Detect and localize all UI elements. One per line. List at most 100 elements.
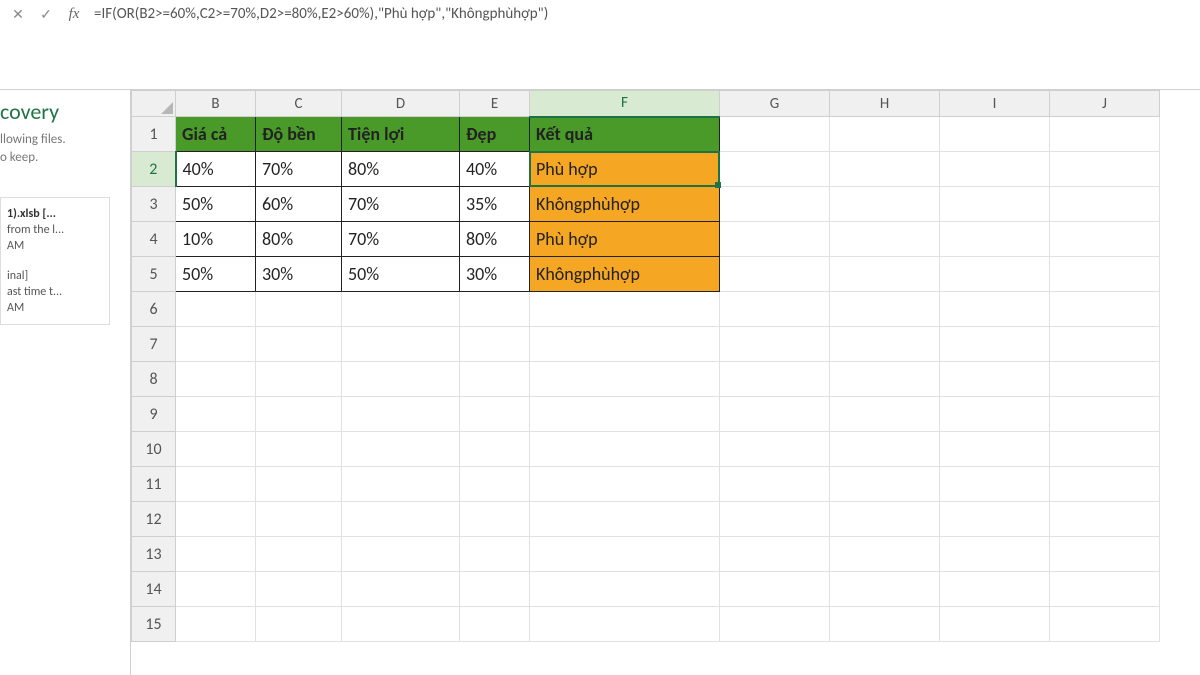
cell[interactable] [460,502,530,537]
cell[interactable]: Giá cả [176,117,256,152]
row-header[interactable]: 1 [132,117,176,152]
cell[interactable] [460,607,530,642]
cell[interactable] [940,117,1050,152]
row-header[interactable]: 5 [132,257,176,292]
cell[interactable] [256,432,342,467]
cell[interactable]: 80% [460,222,530,257]
cell[interactable] [940,327,1050,362]
formula-confirm-button[interactable]: ✓ [32,0,60,28]
cell[interactable] [176,467,256,502]
cell[interactable] [176,292,256,327]
cell[interactable]: 30% [460,257,530,292]
cell[interactable]: Kết quả [530,117,720,152]
cell[interactable] [720,502,830,537]
cell[interactable] [176,607,256,642]
cell[interactable] [720,572,830,607]
cell[interactable] [940,152,1050,187]
cell[interactable]: Phù hợp [530,152,720,187]
cell[interactable] [176,432,256,467]
cell[interactable] [940,432,1050,467]
cell[interactable] [720,292,830,327]
cell[interactable] [530,292,720,327]
cell[interactable] [176,502,256,537]
cell[interactable] [1050,537,1160,572]
cell[interactable] [940,187,1050,222]
cell[interactable] [1050,397,1160,432]
cell[interactable] [830,502,940,537]
cell[interactable] [256,292,342,327]
cell[interactable] [720,117,830,152]
cell[interactable] [342,327,460,362]
row-header[interactable]: 9 [132,397,176,432]
cell[interactable] [176,537,256,572]
cell[interactable] [176,327,256,362]
cell[interactable] [720,397,830,432]
cell[interactable] [720,362,830,397]
cell[interactable] [256,537,342,572]
cell[interactable]: 50% [342,257,460,292]
formula-cancel-button[interactable]: ✕ [4,0,32,28]
cell[interactable] [830,607,940,642]
cell[interactable] [1050,222,1160,257]
cell[interactable] [830,292,940,327]
cell[interactable] [256,397,342,432]
cell[interactable] [940,502,1050,537]
cell[interactable] [1050,502,1160,537]
cell[interactable] [830,222,940,257]
column-header[interactable]: H [830,91,940,117]
row-header[interactable]: 4 [132,222,176,257]
cell[interactable]: 40% [176,152,256,187]
column-header[interactable]: C [256,91,342,117]
cell[interactable]: 70% [342,222,460,257]
cell[interactable] [256,502,342,537]
cell[interactable] [530,397,720,432]
cell[interactable] [830,257,940,292]
cell[interactable] [256,362,342,397]
column-header[interactable]: G [720,91,830,117]
cell[interactable]: 50% [176,187,256,222]
cell[interactable] [940,257,1050,292]
cell[interactable] [342,537,460,572]
cell[interactable] [1050,362,1160,397]
cell[interactable] [720,607,830,642]
cell[interactable] [460,432,530,467]
cell[interactable]: Khôngphùhợp [530,187,720,222]
cell[interactable] [720,537,830,572]
spreadsheet-grid[interactable]: BCDEFGHIJ1Giá cảĐộ bềnTiện lợiĐẹpKết quả… [130,90,1200,675]
cell[interactable] [1050,327,1160,362]
cell[interactable] [1050,117,1160,152]
cell[interactable] [940,537,1050,572]
cell[interactable]: 80% [342,152,460,187]
cell[interactable] [830,572,940,607]
column-header[interactable]: I [940,91,1050,117]
cell[interactable] [720,257,830,292]
cell[interactable] [830,187,940,222]
cell[interactable] [720,152,830,187]
cell[interactable]: 40% [460,152,530,187]
cell[interactable] [830,117,940,152]
cell[interactable] [530,502,720,537]
cell[interactable]: 70% [256,152,342,187]
cell[interactable] [1050,292,1160,327]
cell[interactable] [342,607,460,642]
cell[interactable] [176,362,256,397]
cell[interactable] [1050,187,1160,222]
cell[interactable] [1050,607,1160,642]
cell[interactable] [530,432,720,467]
cell[interactable] [256,572,342,607]
cell[interactable]: 80% [256,222,342,257]
cell[interactable]: 70% [342,187,460,222]
recovery-file-card[interactable]: 1).xlsb [... from the l... AM inal] ast … [0,197,110,325]
cell[interactable] [940,467,1050,502]
cell[interactable]: Tiện lợi [342,117,460,152]
cell[interactable] [1050,257,1160,292]
cell[interactable] [940,572,1050,607]
cell[interactable] [830,327,940,362]
cell[interactable] [460,467,530,502]
cell[interactable]: Độ bền [256,117,342,152]
cell[interactable] [940,292,1050,327]
cell[interactable] [460,327,530,362]
select-all-corner[interactable] [132,91,176,117]
cell[interactable] [342,432,460,467]
formula-input[interactable] [88,0,1200,28]
